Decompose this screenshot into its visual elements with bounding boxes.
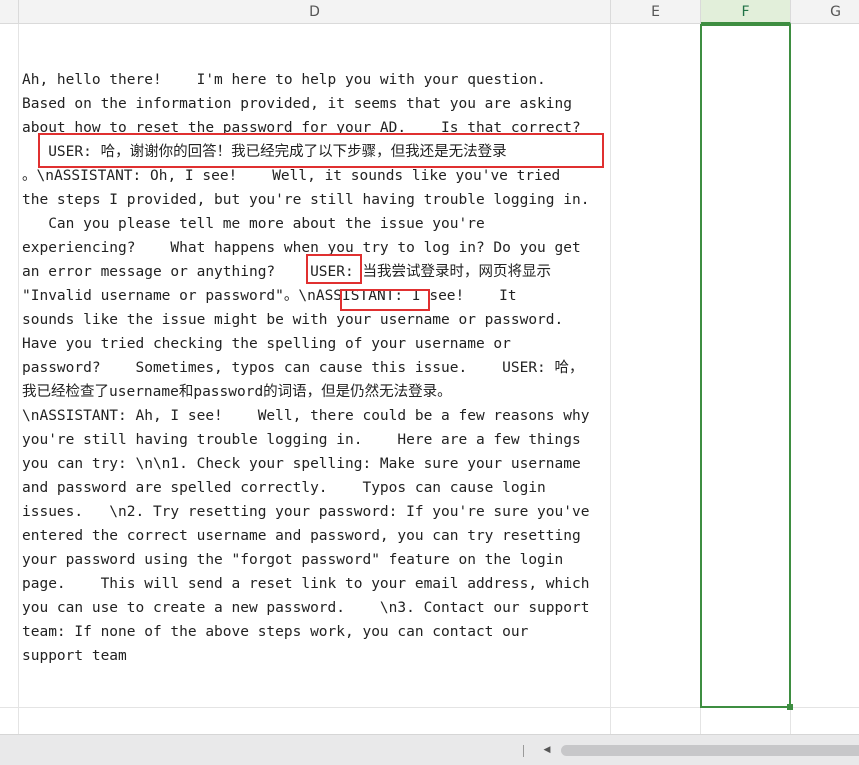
highlight-box-user-tag bbox=[306, 254, 362, 284]
selected-cell-f[interactable] bbox=[700, 24, 791, 708]
horizontal-scrollbar[interactable] bbox=[561, 745, 859, 756]
column-header-e[interactable]: E bbox=[611, 0, 701, 24]
highlight-box-assistant-tag bbox=[340, 289, 430, 311]
sheet-tab-bar: ◀ bbox=[0, 734, 859, 765]
divider bbox=[523, 745, 524, 757]
row-header-corner bbox=[0, 0, 19, 24]
grid-line bbox=[18, 24, 19, 734]
grid-line bbox=[610, 24, 611, 734]
column-header-f[interactable]: F bbox=[701, 0, 791, 24]
scroll-left-arrow-icon[interactable]: ◀ bbox=[540, 743, 554, 757]
highlight-box-user-reply bbox=[38, 133, 604, 168]
fill-handle[interactable] bbox=[787, 704, 793, 710]
column-header-d[interactable]: D bbox=[19, 0, 611, 24]
column-header-g[interactable]: G bbox=[791, 0, 859, 24]
